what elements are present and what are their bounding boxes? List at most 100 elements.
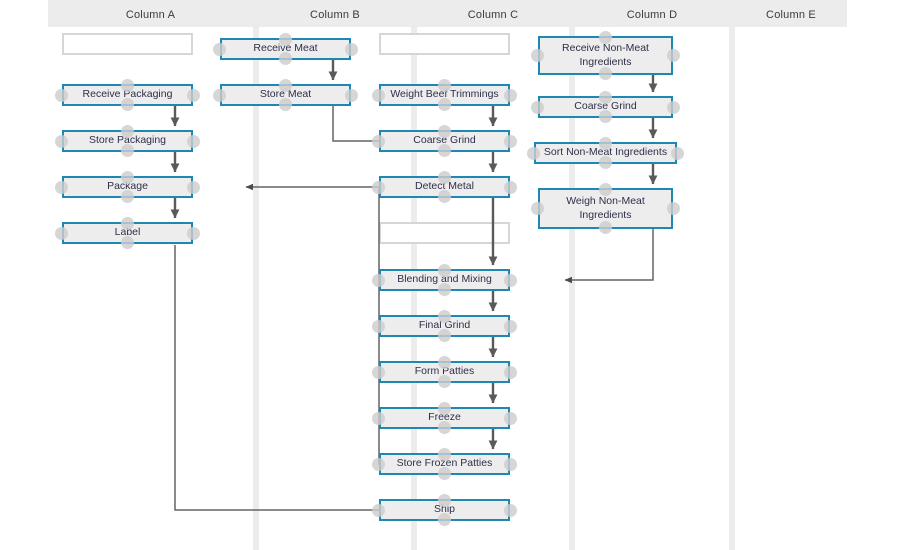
node-coarse-grind-d[interactable]: Coarse Grind bbox=[531, 91, 680, 123]
handle-left bbox=[531, 49, 544, 62]
node-store-frozen-patties[interactable]: Store Frozen Patties bbox=[372, 448, 517, 480]
node-coarse-grind-c[interactable]: Coarse Grind bbox=[372, 125, 517, 157]
node-store-meat-label: Store Meat bbox=[259, 88, 312, 101]
node-weight-beef-trimmings[interactable]: Weight Beef Trimmings bbox=[372, 79, 517, 111]
handle-right bbox=[504, 319, 517, 333]
node-final-grind-label: Final Grind bbox=[418, 319, 471, 332]
handle-top bbox=[438, 448, 451, 461]
handle-top bbox=[121, 79, 134, 92]
node-store-packaging-label: Store Packaging bbox=[88, 134, 167, 147]
column-header-a-label: Column A bbox=[125, 9, 176, 21]
column-header-c[interactable]: Column C bbox=[417, 0, 569, 27]
handle-top bbox=[438, 356, 451, 369]
column-header-c-label: Column C bbox=[467, 9, 519, 21]
handle-left bbox=[372, 365, 385, 379]
handle-left bbox=[372, 457, 385, 471]
handle-left bbox=[531, 202, 544, 215]
handle-left bbox=[372, 503, 385, 517]
handle-right bbox=[187, 88, 200, 102]
handle-left bbox=[55, 180, 68, 194]
handle-bottom bbox=[438, 513, 451, 526]
handle-right bbox=[345, 88, 358, 102]
swimlane-canvas[interactable]: Column A Column B Column C Column D Colu… bbox=[48, 0, 847, 550]
column-header-e[interactable]: Column E bbox=[735, 0, 847, 27]
node-blending-and-mixing[interactable]: Blending and Mixing bbox=[372, 264, 517, 296]
handle-left bbox=[213, 42, 226, 56]
node-c-empty-mid[interactable] bbox=[379, 222, 510, 244]
node-freeze-label: Freeze bbox=[428, 411, 461, 424]
handle-top bbox=[438, 125, 451, 138]
node-store-meat[interactable]: Store Meat bbox=[213, 79, 358, 111]
node-receive-meat[interactable]: Receive Meat bbox=[213, 33, 358, 65]
node-receive-non-meat-ingredients[interactable]: Receive Non-Meat Ingredients bbox=[531, 31, 680, 80]
handle-top bbox=[438, 494, 451, 507]
column-header-e-label: Column E bbox=[766, 9, 816, 21]
node-freeze[interactable]: Freeze bbox=[372, 402, 517, 434]
node-ship-label: Ship bbox=[433, 503, 455, 516]
node-weigh-non-meat-ingredients-label: Weigh Non-Meat Ingredients bbox=[566, 195, 645, 221]
handle-right bbox=[667, 49, 680, 62]
handle-right bbox=[504, 134, 517, 148]
node-a-empty[interactable] bbox=[62, 33, 193, 55]
handle-top bbox=[599, 31, 612, 44]
handle-right bbox=[187, 134, 200, 148]
node-label[interactable]: Label bbox=[55, 217, 200, 249]
handle-top bbox=[121, 171, 134, 184]
handle-left bbox=[372, 273, 385, 287]
handle-top bbox=[599, 183, 612, 196]
handle-right bbox=[345, 42, 358, 56]
handle-bottom bbox=[599, 221, 612, 234]
handle-bottom bbox=[121, 98, 134, 111]
handle-left bbox=[372, 134, 385, 148]
handle-left bbox=[372, 88, 385, 102]
node-form-patties-label: Form Patties bbox=[414, 365, 475, 378]
handle-top bbox=[279, 79, 292, 92]
node-ship[interactable]: Ship bbox=[372, 494, 517, 526]
node-package[interactable]: Package bbox=[55, 171, 200, 203]
node-coarse-grind-d-label: Coarse Grind bbox=[574, 100, 637, 113]
handle-right bbox=[667, 100, 680, 114]
handle-top bbox=[438, 264, 451, 277]
handle-top bbox=[599, 91, 612, 104]
node-c-empty-top[interactable] bbox=[379, 33, 510, 55]
lane-divider-d-e bbox=[729, 27, 735, 550]
node-form-patties[interactable]: Form Patties bbox=[372, 356, 517, 388]
node-weigh-non-meat-ingredients[interactable]: Weigh Non-Meat Ingredients bbox=[531, 183, 680, 234]
node-blending-and-mixing-label: Blending and Mixing bbox=[397, 273, 492, 286]
column-header-b[interactable]: Column B bbox=[259, 0, 411, 27]
handle-bottom bbox=[599, 110, 612, 123]
handle-bottom bbox=[121, 236, 134, 249]
node-receive-packaging[interactable]: Receive Packaging bbox=[55, 79, 200, 111]
handle-left bbox=[213, 88, 226, 102]
handle-left bbox=[55, 88, 68, 102]
handle-right bbox=[667, 202, 680, 215]
handle-left bbox=[372, 180, 385, 194]
handle-left bbox=[372, 319, 385, 333]
node-label-label: Label bbox=[114, 226, 141, 239]
handle-top bbox=[599, 137, 612, 150]
node-sort-non-meat-ingredients[interactable]: Sort Non-Meat Ingredients bbox=[527, 137, 684, 169]
node-receive-packaging-label: Receive Packaging bbox=[82, 88, 173, 101]
handle-bottom bbox=[438, 467, 451, 480]
node-final-grind[interactable]: Final Grind bbox=[372, 310, 517, 342]
node-store-frozen-patties-label: Store Frozen Patties bbox=[396, 457, 493, 470]
node-detect-metal[interactable]: Detect Metal bbox=[372, 171, 517, 203]
handle-top bbox=[121, 125, 134, 138]
handle-right bbox=[504, 273, 517, 287]
column-header-d[interactable]: Column D bbox=[575, 0, 729, 27]
column-header-d-label: Column D bbox=[626, 9, 678, 21]
edge-weigh-nm-to-blending bbox=[564, 229, 654, 284]
handle-bottom bbox=[438, 98, 451, 111]
node-coarse-grind-c-label: Coarse Grind bbox=[413, 134, 476, 147]
node-sort-non-meat-ingredients-label: Sort Non-Meat Ingredients bbox=[543, 146, 668, 159]
handle-right bbox=[671, 146, 684, 160]
handle-top bbox=[438, 79, 451, 92]
handle-top bbox=[438, 310, 451, 323]
handle-bottom bbox=[438, 144, 451, 157]
node-detect-metal-label: Detect Metal bbox=[415, 180, 474, 193]
node-store-packaging[interactable]: Store Packaging bbox=[55, 125, 200, 157]
column-header-a[interactable]: Column A bbox=[48, 0, 253, 27]
handle-bottom bbox=[121, 144, 134, 157]
handle-bottom bbox=[599, 67, 612, 80]
handle-right bbox=[504, 503, 517, 517]
